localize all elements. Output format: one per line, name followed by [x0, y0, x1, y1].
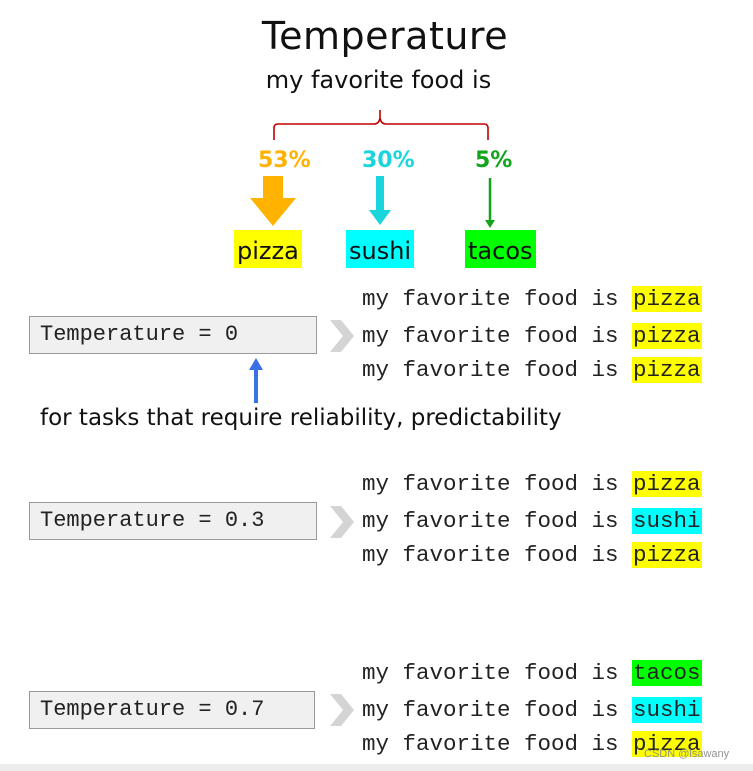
sushi-probability: 30%: [362, 148, 415, 173]
pizza-probability: 53%: [258, 148, 311, 173]
temperature-setting-box: Temperature = 0.3: [29, 502, 317, 540]
output-line: my favorite food is pizza: [362, 542, 702, 568]
food-label-tacos: tacos: [465, 230, 536, 268]
chevron-right-icon: [330, 506, 354, 538]
output-line: my favorite food is sushi: [362, 697, 702, 723]
highlighted-food: sushi: [632, 697, 702, 723]
chevron-right-icon: [330, 320, 354, 352]
tacos-probability: 5%: [475, 148, 513, 173]
output-line: my favorite food is tacos: [362, 660, 702, 686]
chevron-right-icon: [330, 694, 354, 726]
output-line: my favorite food is pizza: [362, 357, 702, 383]
highlighted-food: sushi: [632, 508, 702, 534]
brace-icon: [273, 110, 489, 140]
food-label-sushi: sushi: [346, 230, 415, 268]
output-line: my favorite food is pizza: [362, 286, 702, 312]
thin-down-arrow-icon: [485, 178, 495, 228]
output-line: my favorite food is sushi: [362, 508, 702, 534]
temperature-setting-box: Temperature = 0: [29, 316, 317, 354]
watermark: CSDN @lsawany: [644, 748, 730, 760]
thick-down-arrow-icon: [250, 176, 296, 226]
medium-down-arrow-icon: [369, 176, 391, 225]
temperature-setting-box: Temperature = 0.7: [29, 691, 315, 729]
diagram-title: Temperature: [261, 14, 509, 58]
highlighted-food: tacos: [632, 660, 702, 686]
highlighted-food: pizza: [632, 286, 702, 312]
food-label-pizza: pizza: [234, 230, 302, 268]
highlighted-food: pizza: [632, 542, 702, 568]
output-line: my favorite food is pizza: [362, 323, 702, 349]
bottom-bar: [0, 764, 753, 771]
reliability-note: for tasks that require reliability, pred…: [40, 405, 562, 431]
highlighted-food: pizza: [632, 357, 702, 383]
output-line: my favorite food is pizza: [362, 471, 702, 497]
highlighted-food: pizza: [632, 323, 702, 349]
prompt-text: my favorite food is: [265, 66, 492, 94]
highlighted-food: pizza: [632, 471, 702, 497]
up-arrow-icon: [249, 358, 263, 403]
